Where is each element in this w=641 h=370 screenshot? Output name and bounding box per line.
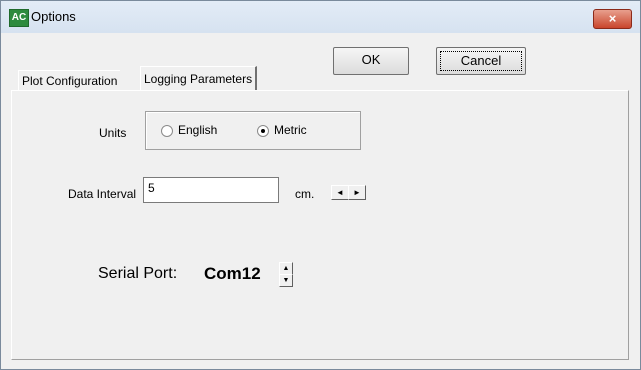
title-bar[interactable]: AC Options × [1, 1, 640, 33]
dialog-client-area: OK Cancel Plot Configuration Logging Par… [8, 34, 633, 362]
left-arrow-button[interactable]: ◄ [331, 185, 349, 200]
ok-button[interactable]: OK [333, 47, 409, 75]
english-radio-label[interactable]: English [178, 123, 217, 137]
tab-logging-parameters[interactable]: Logging Parameters [140, 66, 258, 91]
metric-radio[interactable] [257, 125, 269, 137]
serial-port-spinner: ▲ ▼ [279, 262, 293, 287]
cancel-button-label: Cancel [440, 51, 522, 71]
data-interval-unit: cm. [295, 187, 315, 201]
english-radio[interactable] [161, 125, 173, 137]
options-window: AC Options × OK Cancel Plot Configuratio… [0, 0, 641, 370]
units-label: Units [99, 126, 127, 140]
radio-selected-dot [261, 129, 265, 133]
data-interval-label: Data Interval [68, 187, 137, 201]
app-icon: AC [9, 9, 29, 27]
units-group-box: English Metric [145, 111, 361, 150]
close-button[interactable]: × [593, 9, 632, 29]
metric-radio-label[interactable]: Metric [274, 123, 307, 137]
data-interval-input[interactable]: 5 [143, 177, 279, 203]
data-interval-arrows: ◄ ► [331, 185, 366, 200]
right-arrow-button[interactable]: ► [348, 185, 366, 200]
spin-down-button[interactable]: ▼ [279, 274, 293, 287]
serial-port-label: Serial Port: [98, 265, 178, 282]
window-title: Options [31, 9, 76, 24]
serial-port-value: Com12 [204, 264, 261, 283]
tab-plot-configuration[interactable]: Plot Configuration [18, 70, 121, 91]
cancel-button[interactable]: Cancel [436, 47, 526, 75]
